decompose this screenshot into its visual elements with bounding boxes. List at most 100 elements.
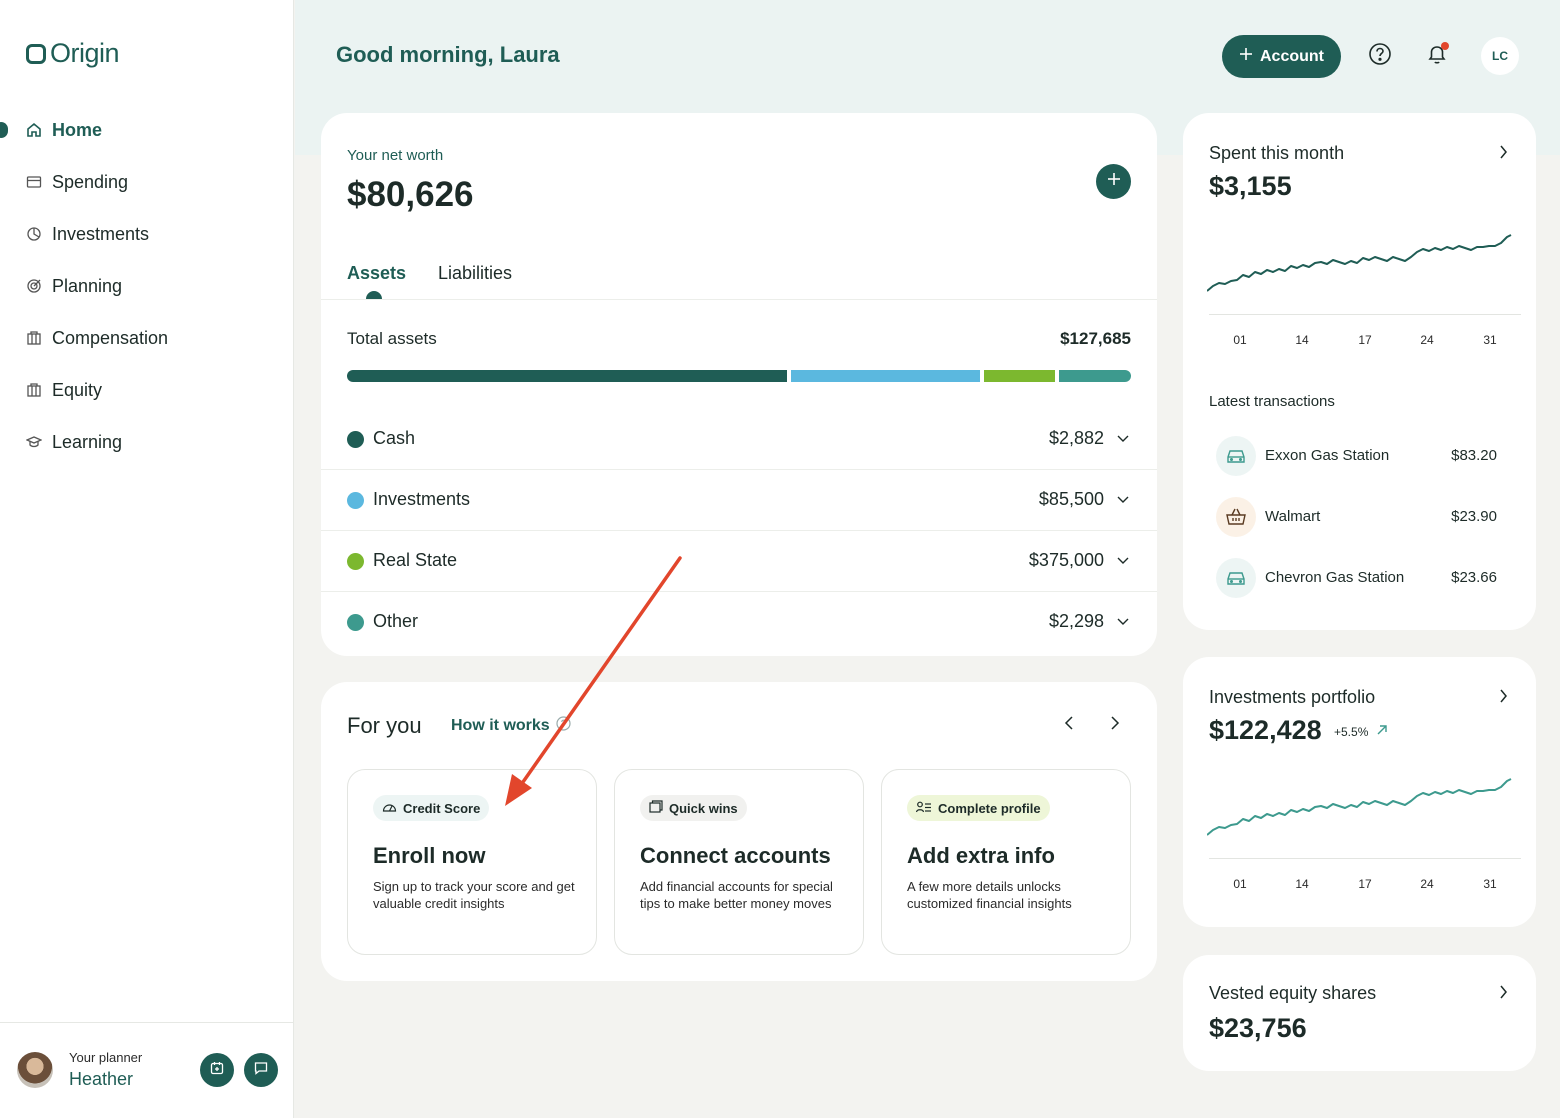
axis-tick: 01 [1233, 333, 1247, 347]
spending-sparkline [1207, 234, 1512, 292]
chip-label: Complete profile [938, 800, 1041, 816]
portfolio-title: Investments portfolio [1209, 687, 1376, 707]
tab-indicator [366, 291, 382, 299]
total-assets-value: $127,685 [1060, 329, 1131, 348]
chevron-right-icon[interactable] [1498, 985, 1508, 1004]
chart-axis [1209, 314, 1521, 315]
chevron-down-icon [1116, 492, 1130, 511]
help-button[interactable] [1366, 42, 1394, 70]
chevron-left-icon [1064, 715, 1076, 735]
calendar-icon [210, 1061, 224, 1080]
how-it-works-link[interactable]: How it works [451, 716, 571, 736]
help-icon [1368, 42, 1392, 71]
planner-avatar [17, 1052, 53, 1088]
axis-tick: 17 [1358, 877, 1372, 891]
axis-tick: 14 [1295, 877, 1309, 891]
copy-icon [649, 800, 663, 816]
for-you-title: For you [347, 713, 422, 738]
trend-up-icon [1376, 724, 1388, 739]
asset-row-cash[interactable]: Cash $2,882 [321, 409, 1157, 469]
sidebar-item-label: Spending [52, 171, 129, 192]
credit-score-tile[interactable]: Credit Score Enroll now Sign up to track… [347, 769, 597, 955]
add-asset-button[interactable] [1096, 164, 1131, 199]
axis-tick: 31 [1483, 333, 1497, 347]
carousel-next-button[interactable] [1103, 714, 1125, 736]
asset-color-dot [347, 614, 364, 631]
sidebar-item-home[interactable]: Home [0, 104, 294, 156]
planner-section: Your planner Heather [0, 1022, 294, 1118]
asset-color-dot [347, 553, 364, 570]
asset-value: $2,298 [1048, 611, 1104, 631]
sidebar-item-label: Home [52, 119, 103, 140]
tab-assets[interactable]: Assets [347, 263, 406, 284]
quick-wins-chip: Quick wins [640, 795, 747, 821]
schedule-meeting-button[interactable] [200, 1053, 234, 1087]
transaction-amount: $23.90 [1451, 508, 1497, 525]
latest-transactions-label: Latest transactions [1209, 393, 1335, 410]
spent-this-month-card[interactable]: Spent this month $3,155 01 14 17 24 31 L… [1183, 113, 1536, 630]
quick-wins-tile[interactable]: Quick wins Connect accounts Add financia… [614, 769, 864, 955]
portfolio-change: +5.5% [1334, 724, 1388, 739]
asset-bar-other [1059, 370, 1131, 382]
transaction-row[interactable]: Chevron Gas Station $23.66 [1209, 552, 1509, 602]
logo-text: Origin [50, 38, 120, 68]
origin-logo[interactable]: Origin [26, 38, 120, 69]
chip-label: Quick wins [669, 800, 738, 816]
sidebar-item-planning[interactable]: Planning [0, 260, 294, 312]
gauge-icon [382, 801, 397, 816]
asset-name: Other [373, 611, 419, 631]
chevron-right-icon [1108, 715, 1120, 735]
axis-tick: 14 [1295, 333, 1309, 347]
asset-bar-real-state [984, 370, 1055, 382]
tab-liabilities[interactable]: Liabilities [438, 263, 512, 284]
asset-row-other[interactable]: Other $2,298 [321, 592, 1157, 652]
sidebar-item-compensation[interactable]: Compensation [0, 312, 294, 364]
sidebar-item-spending[interactable]: Spending [0, 156, 294, 208]
transaction-row[interactable]: Walmart $23.90 [1209, 491, 1509, 541]
transaction-row[interactable]: Exxon Gas Station $83.20 [1209, 430, 1509, 480]
target-icon [26, 278, 42, 294]
planner-name[interactable]: Heather [69, 1069, 133, 1090]
complete-profile-chip: Complete profile [907, 795, 1050, 821]
transaction-name: Walmart [1265, 508, 1321, 525]
home-icon [26, 122, 42, 138]
sidebar-item-learning[interactable]: Learning [0, 416, 294, 468]
asset-row-investments[interactable]: Investments $85,500 [321, 470, 1157, 530]
sidebar-item-investments[interactable]: Investments [0, 208, 294, 260]
tile-description: A few more details unlocks customized fi… [907, 879, 1072, 911]
asset-value: $375,000 [1028, 550, 1104, 570]
spent-title: Spent this month [1209, 143, 1345, 163]
vested-equity-card[interactable]: Vested equity shares $23,756 [1183, 955, 1536, 1071]
help-icon [556, 716, 571, 736]
message-planner-button[interactable] [244, 1053, 278, 1087]
asset-value: $85,500 [1038, 489, 1104, 509]
transaction-amount: $83.20 [1451, 447, 1497, 464]
tile-title: Add extra info [907, 843, 1055, 868]
chat-icon [254, 1061, 268, 1080]
user-avatar[interactable]: LC [1481, 37, 1519, 75]
add-account-button[interactable]: Account [1222, 35, 1341, 78]
main-nav: Home Spending Investments Planning Compe… [0, 104, 294, 468]
axis-tick: 24 [1420, 877, 1434, 891]
sidebar: Origin Home Spending Investments Plannin… [0, 0, 294, 1118]
notifications-button[interactable] [1423, 42, 1451, 70]
pie-chart-icon [26, 226, 42, 242]
net-worth-value: $80,626 [347, 175, 474, 214]
asset-row-real-state[interactable]: Real State $375,000 [321, 531, 1157, 591]
axis-tick: 24 [1420, 333, 1434, 347]
carousel-prev-button[interactable] [1059, 714, 1081, 736]
transaction-name: Exxon Gas Station [1265, 447, 1390, 464]
tile-description: Add financial accounts for special tips … [640, 879, 833, 911]
asset-bar-cash [347, 370, 787, 382]
chevron-right-icon[interactable] [1498, 145, 1508, 164]
complete-profile-tile[interactable]: Complete profile Add extra info A few mo… [881, 769, 1131, 955]
chevron-right-icon[interactable] [1498, 689, 1508, 708]
sidebar-item-equity[interactable]: Equity [0, 364, 294, 416]
sidebar-item-label: Learning [52, 431, 123, 452]
portfolio-change-value: +5.5% [1334, 724, 1369, 739]
credit-score-chip: Credit Score [373, 795, 490, 821]
chevron-down-icon [1116, 553, 1130, 572]
net-worth-label: Your net worth [347, 147, 444, 164]
investments-portfolio-card[interactable]: Investments portfolio $122,428 +5.5% 01 … [1183, 657, 1536, 927]
notification-badge [1441, 42, 1449, 50]
